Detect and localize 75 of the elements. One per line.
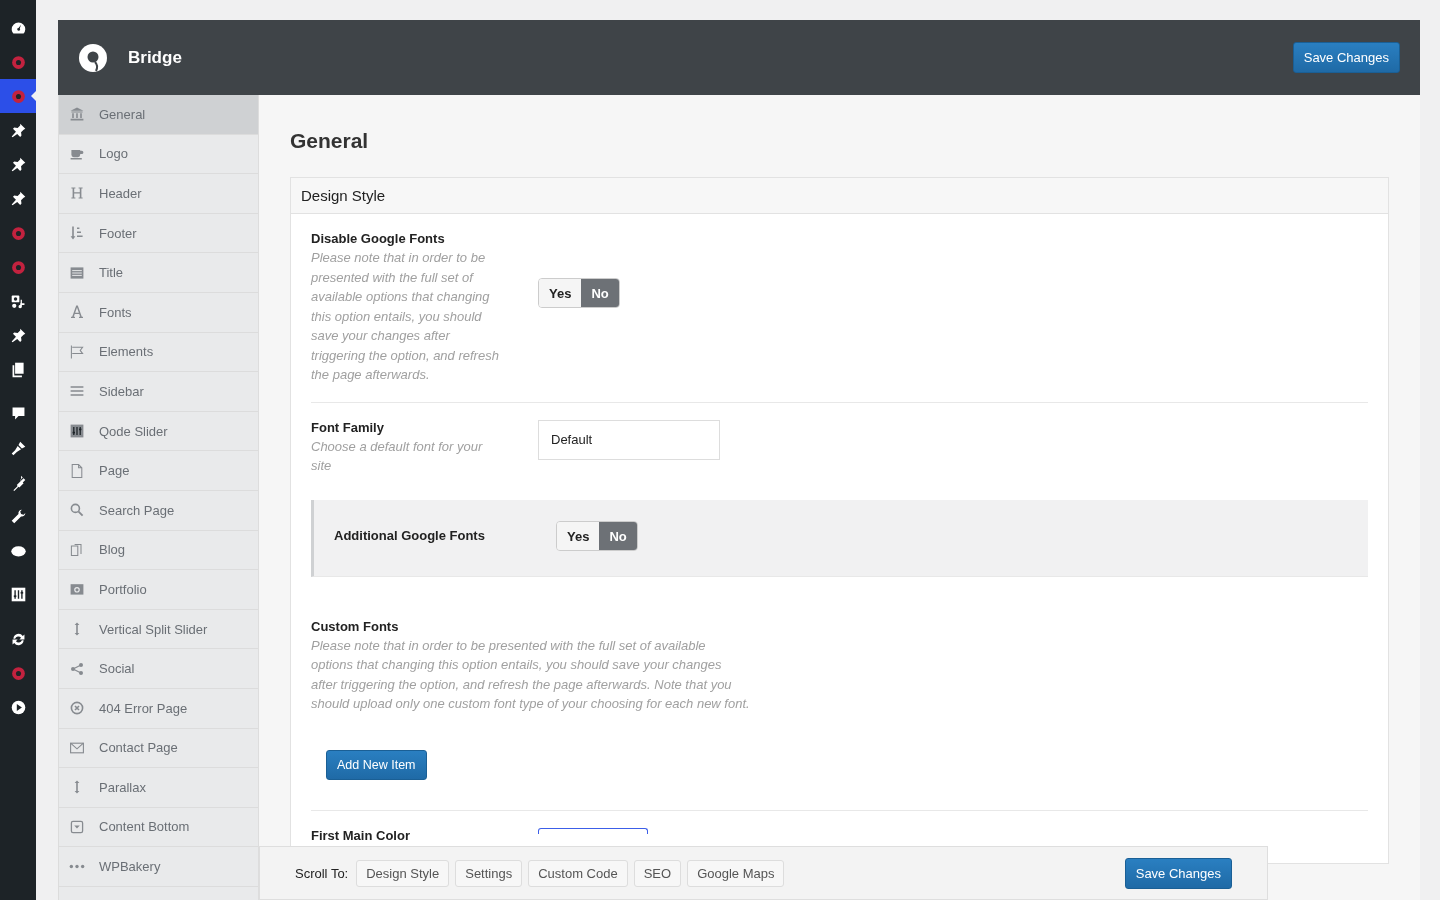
sidebar-item[interactable]: Elements — [58, 332, 258, 373]
ring-icon[interactable] — [9, 258, 27, 276]
option-label: Additional Google Fonts — [334, 528, 486, 543]
option-label: Disable Google Fonts — [311, 231, 446, 246]
play-icon[interactable] — [9, 698, 27, 716]
scroll-to-link[interactable]: SEO — [633, 859, 682, 887]
ring-icon[interactable] — [9, 53, 27, 71]
sidebar-item[interactable]: Header — [58, 174, 258, 214]
ring-icon[interactable] — [9, 664, 27, 682]
option-label: Custom Fonts — [311, 618, 400, 634]
scroll-to-link[interactable]: Design Style — [356, 859, 450, 887]
sidebar-item[interactable]: General — [58, 95, 258, 135]
sort-icon — [69, 225, 85, 242]
option-label: Font Family — [311, 419, 385, 435]
page-title: General — [290, 129, 370, 153]
pushpin-icon[interactable] — [9, 156, 27, 174]
option-description: Please note that in order to be presented with the full set of available options that changing this option entails, you should save your changes after triggering the option, and refresh the page afterwards. Note that you should upload only one custom font type of your choosing for each new font. — [311, 636, 751, 713]
share-icon — [69, 660, 85, 677]
toggle-option[interactable]: Yes — [557, 521, 600, 550]
sidebar-item[interactable]: Blog — [58, 530, 258, 571]
sidebar-item[interactable]: Fonts — [58, 292, 258, 333]
scroll-to-link[interactable]: Settings — [455, 859, 523, 887]
sidebar-item[interactable]: Social — [58, 649, 258, 689]
dropdown-box-icon — [69, 819, 85, 835]
sidebar-item[interactable]: Contact Page — [58, 728, 258, 769]
pushpin-icon[interactable] — [9, 121, 27, 139]
x-circle-icon — [69, 700, 85, 717]
save-button[interactable]: Save Changes — [1124, 857, 1232, 889]
sidebar-item[interactable]: 404 Error Page — [58, 688, 258, 729]
sidebar-item[interactable]: Parallax — [58, 768, 258, 808]
brush-icon[interactable] — [9, 439, 27, 457]
toggle-option[interactable]: No — [581, 278, 619, 307]
sidebar-item[interactable]: Portfolio — [58, 570, 258, 610]
sidebar-item[interactable]: Sidebar — [58, 372, 258, 412]
scroll-to-link[interactable]: Google Maps — [687, 859, 785, 887]
scroll-to-link[interactable]: Custom Code — [528, 859, 628, 887]
file-icon — [69, 462, 85, 479]
font-select[interactable]: Default — [538, 419, 720, 460]
ring-icon[interactable] — [9, 87, 27, 105]
sidebar-item[interactable]: Qode Slider — [58, 411, 258, 452]
pushpin-icon[interactable] — [9, 327, 27, 345]
search-icon — [69, 502, 85, 519]
sidebar-item[interactable]: Title — [58, 253, 258, 293]
toggle-option[interactable]: Yes — [539, 278, 582, 307]
option-label: First Main Color — [311, 827, 411, 843]
sidebar-item[interactable]: Logo — [58, 134, 258, 175]
scroll-to-label: Scroll To: — [295, 865, 349, 881]
app-title: Bridge — [128, 47, 182, 68]
ring-icon[interactable] — [9, 224, 27, 242]
wrench-icon[interactable] — [9, 508, 27, 526]
option-description: Choose a default font for your site — [311, 437, 484, 475]
dots-icon — [69, 864, 85, 870]
camera-icon — [69, 581, 85, 598]
section-title: Design Style — [291, 178, 1388, 214]
option-description: Please note that in order to be presented with the full set of available options that changing this option entails, you should save your changes after triggering the option, and refresh the page afterwards. — [311, 249, 500, 384]
sidebar-item[interactable]: WPBakery — [58, 847, 258, 887]
sidebar-item[interactable]: Search Page — [58, 490, 258, 531]
sliders-icon — [69, 423, 85, 440]
sidebar-item[interactable]: Content Bottom — [58, 807, 258, 848]
save-button[interactable]: Save Changes — [1292, 42, 1400, 73]
flag-icon — [69, 343, 85, 360]
sidebar-item[interactable]: Footer — [58, 213, 258, 254]
letter-a-icon — [69, 304, 85, 321]
sliders-icon[interactable] — [9, 586, 27, 604]
pushpin-icon[interactable] — [9, 190, 27, 208]
copy-icon — [69, 541, 85, 558]
logo-icon — [78, 42, 108, 73]
color-picker[interactable] — [538, 827, 648, 834]
toggle-option[interactable]: No — [599, 521, 637, 550]
add-item-button[interactable]: Add New Item — [326, 749, 427, 780]
sidebar-item[interactable]: Vertical Split Slider — [58, 609, 258, 650]
sidebar-item[interactable]: Page — [58, 451, 258, 491]
window-icon — [69, 264, 85, 281]
bank-icon — [69, 106, 85, 123]
letter-h-icon — [69, 185, 85, 202]
